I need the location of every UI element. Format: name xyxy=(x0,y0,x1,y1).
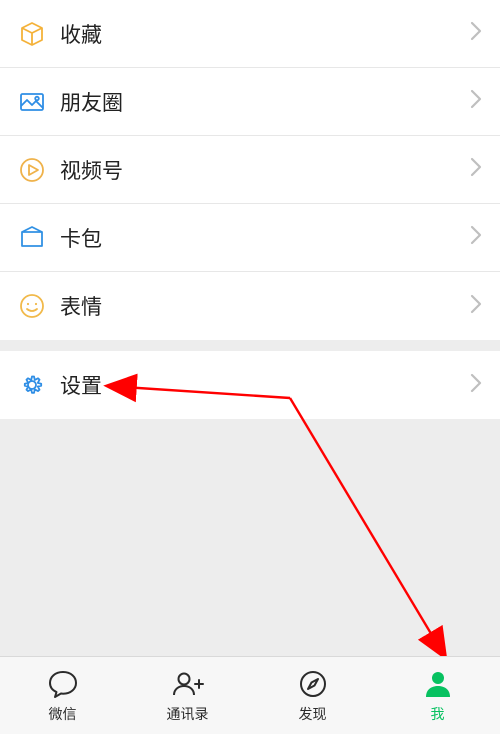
chat-bubble-icon xyxy=(46,667,80,701)
menu-item-settings[interactable]: 设置 xyxy=(0,351,500,419)
compass-icon xyxy=(296,667,330,701)
me-screen: 收藏 朋友圈 视频号 xyxy=(0,0,500,734)
menu-item-label: 设置 xyxy=(60,370,470,400)
menu-item-channels[interactable]: 视频号 xyxy=(0,136,500,204)
tab-label: 我 xyxy=(431,704,445,724)
photo-icon xyxy=(18,88,46,116)
chevron-right-icon xyxy=(470,89,482,114)
tab-label: 通讯录 xyxy=(167,704,209,724)
play-circle-icon xyxy=(18,156,46,184)
menu-item-moments[interactable]: 朋友圈 xyxy=(0,68,500,136)
tab-discover[interactable]: 发现 xyxy=(250,657,375,734)
tab-me[interactable]: 我 xyxy=(375,657,500,734)
chevron-right-icon xyxy=(470,373,482,398)
contacts-icon xyxy=(171,667,205,701)
chevron-right-icon xyxy=(470,21,482,46)
menu-item-cards[interactable]: 卡包 xyxy=(0,204,500,272)
menu-item-label: 视频号 xyxy=(60,155,470,185)
gear-icon xyxy=(18,371,46,399)
chevron-right-icon xyxy=(470,157,482,182)
menu-group-2: 设置 xyxy=(0,351,500,419)
chevron-right-icon xyxy=(470,294,482,319)
menu-group-1: 收藏 朋友圈 视频号 xyxy=(0,0,500,340)
cube-icon xyxy=(18,20,46,48)
menu-item-stickers[interactable]: 表情 xyxy=(0,272,500,340)
menu-item-label: 收藏 xyxy=(60,19,470,49)
tab-bar: 微信 通讯录 发现 我 xyxy=(0,656,500,734)
tab-chats[interactable]: 微信 xyxy=(0,657,125,734)
tab-label: 发现 xyxy=(299,704,327,724)
smile-icon xyxy=(18,292,46,320)
chevron-right-icon xyxy=(470,225,482,250)
menu-item-label: 表情 xyxy=(60,291,470,321)
tab-label: 微信 xyxy=(49,704,77,724)
menu-item-label: 卡包 xyxy=(60,223,470,253)
card-icon xyxy=(18,224,46,252)
menu-item-label: 朋友圈 xyxy=(60,87,470,117)
menu-item-favorites[interactable]: 收藏 xyxy=(0,0,500,68)
person-icon xyxy=(421,667,455,701)
group-separator xyxy=(0,340,500,351)
tab-contacts[interactable]: 通讯录 xyxy=(125,657,250,734)
